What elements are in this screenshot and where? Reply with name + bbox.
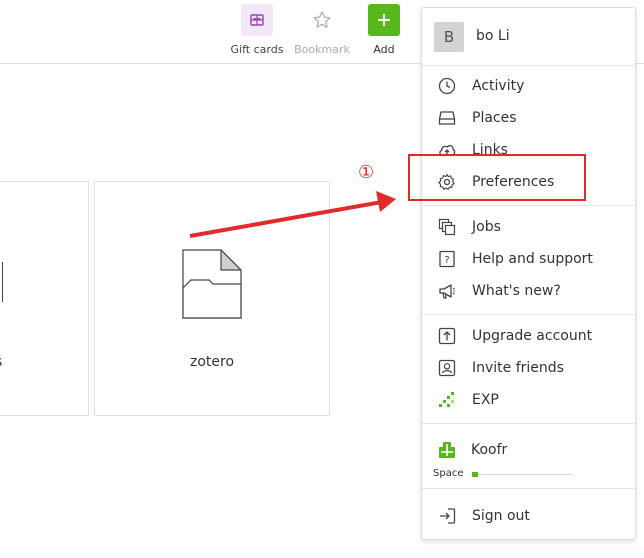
menu-item-label: Koofr [471, 442, 508, 458]
menu-item-exp[interactable]: EXP [422, 386, 635, 414]
user-profile-row[interactable]: B bo Li [422, 16, 635, 58]
menu-item-label: Jobs [472, 219, 501, 235]
annotation-step-number: ① [358, 162, 375, 183]
menu-item-label: Help and support [472, 251, 593, 267]
menu-item-sign-out[interactable]: Sign out [422, 502, 635, 530]
menu-item-label: Upgrade account [472, 328, 593, 344]
divider [422, 314, 635, 315]
divider [422, 65, 635, 66]
menu-item-koofr[interactable]: Koofr [422, 436, 635, 464]
upgrade-arrow-icon [438, 327, 456, 345]
megaphone-icon [439, 284, 455, 299]
account-dropdown-menu: B bo Li Activity Places Links Preference… [421, 7, 636, 540]
sign-out-icon [440, 508, 456, 524]
menu-item-whats-new[interactable]: What's new? [422, 277, 635, 305]
annotation-highlight-box [408, 154, 586, 201]
svg-text:?: ? [444, 255, 449, 266]
menu-item-label: Sign out [472, 508, 530, 524]
clock-icon [438, 77, 456, 95]
user-card-icon [438, 359, 456, 377]
menu-item-label: Places [472, 110, 517, 126]
menu-item-label: Activity [472, 78, 525, 94]
help-icon: ? [439, 250, 455, 268]
koofr-logo-icon [439, 442, 455, 458]
drive-icon [438, 111, 456, 125]
menu-item-places[interactable]: Places [422, 104, 635, 132]
menu-item-jobs[interactable]: Jobs [422, 213, 635, 241]
menu-item-activity[interactable]: Activity [422, 72, 635, 100]
space-label: Space [433, 468, 464, 479]
menu-item-invite-friends[interactable]: Invite friends [422, 354, 635, 382]
avatar: B [434, 22, 464, 52]
divider [422, 205, 635, 206]
stacked-squares-icon [438, 218, 456, 236]
menu-item-upgrade-account[interactable]: Upgrade account [422, 322, 635, 350]
menu-item-label: EXP [472, 392, 499, 408]
menu-item-label: Invite friends [472, 360, 564, 376]
user-name: bo Li [476, 28, 510, 44]
divider [422, 423, 635, 424]
space-usage-bar [472, 472, 572, 477]
menu-item-help-and-support[interactable]: ? Help and support [422, 245, 635, 273]
menu-item-label: What's new? [472, 283, 561, 299]
exp-dots-icon [439, 392, 454, 407]
divider [422, 488, 635, 489]
space-usage-fill [472, 472, 478, 477]
